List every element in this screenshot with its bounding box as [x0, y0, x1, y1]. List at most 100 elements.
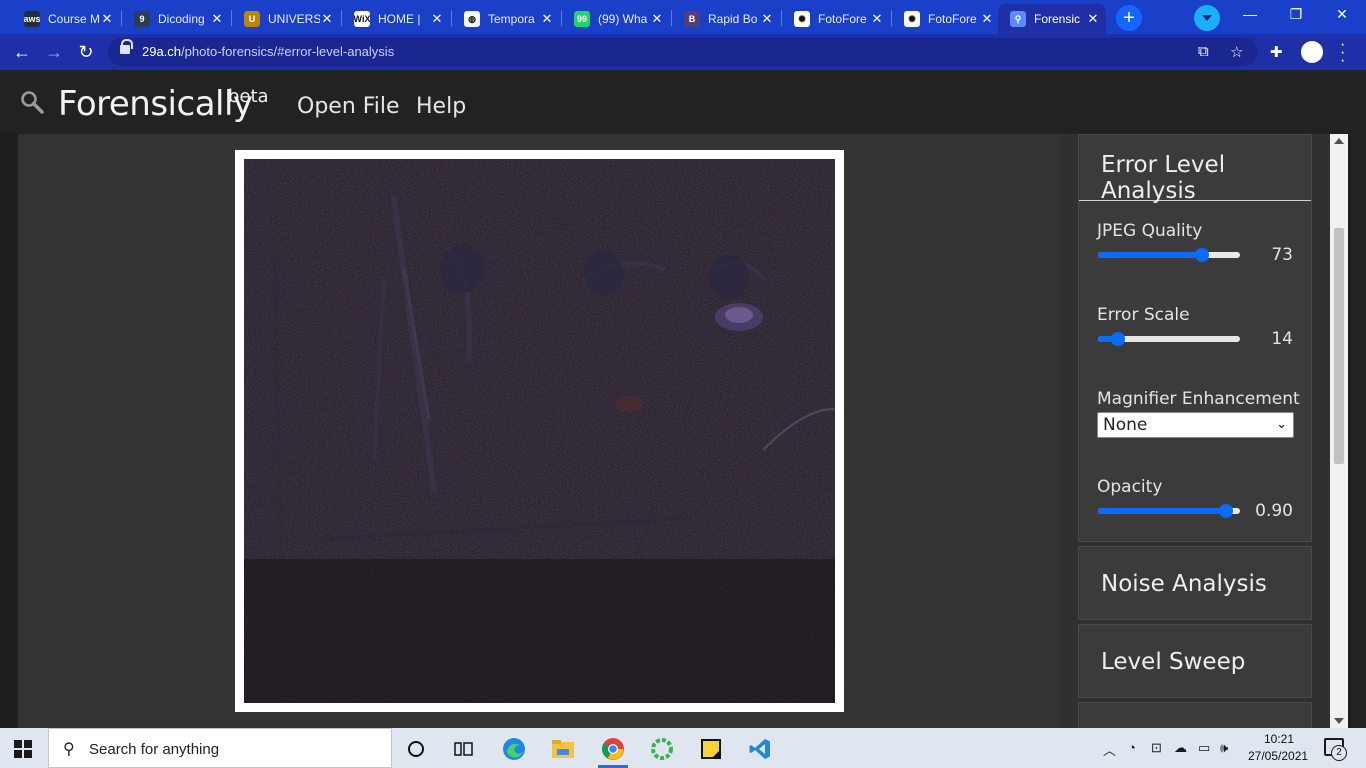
- beta-badge: beta: [228, 86, 269, 107]
- clock-time[interactable]: 10:21: [1264, 732, 1294, 746]
- tab-title: (99) Wha: [598, 12, 648, 26]
- tab-title: FotoFore: [928, 12, 977, 26]
- cortana-icon[interactable]: [403, 736, 429, 762]
- tab-close-icon[interactable]: ✕: [1086, 11, 1100, 27]
- magnifier-enhancement-select[interactable]: None ⌄: [1097, 412, 1294, 438]
- noise-analysis-panel[interactable]: Noise Analysis: [1078, 546, 1312, 620]
- tab-close-icon[interactable]: ✕: [210, 11, 224, 27]
- level-sweep-title[interactable]: Level Sweep: [1079, 625, 1311, 699]
- browser-tab[interactable]: 9 Dicoding ✕: [122, 4, 230, 34]
- browser-tab[interactable]: B Rapid Bo ✕: [672, 4, 780, 34]
- scroll-down-icon[interactable]: [1334, 718, 1344, 724]
- browser-tab[interactable]: aws Course M ✕: [12, 4, 120, 34]
- url-host: 29a.ch: [142, 44, 182, 59]
- open-file-link[interactable]: Open File: [297, 94, 400, 119]
- globe-icon: ◍: [464, 11, 480, 27]
- tab-close-icon[interactable]: ✕: [100, 11, 114, 27]
- translate-icon[interactable]: ⧉: [1198, 43, 1209, 60]
- forward-icon[interactable]: →: [42, 40, 66, 64]
- volume-icon[interactable]: 🕪: [1220, 740, 1228, 756]
- error-scale-slider-thumb[interactable]: [1110, 332, 1125, 346]
- windows-taskbar: ⚲ Search for anything ︿ ◔ ⊡ ☁ ▭ 🕪 10:21 …: [0, 728, 1366, 768]
- jpeg-quality-slider-thumb[interactable]: [1194, 248, 1209, 262]
- fotoforensics-icon: ✺: [794, 11, 810, 27]
- tab-close-icon[interactable]: ✕: [320, 11, 334, 27]
- level-sweep-panel[interactable]: Level Sweep: [1078, 624, 1312, 698]
- avatar[interactable]: [1301, 41, 1323, 63]
- vscode-icon[interactable]: [747, 736, 773, 762]
- browser-tab[interactable]: 99 (99) Wha ✕: [562, 4, 670, 34]
- tab-close-icon[interactable]: ✕: [980, 11, 994, 27]
- browser-tab[interactable]: U UNIVERS ✕: [232, 4, 340, 34]
- tab-title: Dicoding: [158, 12, 205, 26]
- tools-sidebar: Error Level Analysis JPEG Quality 73 Err…: [1060, 134, 1330, 728]
- browser-tab[interactable]: ◍ Tempora ✕: [452, 4, 560, 34]
- tab-title: Tempora: [488, 12, 535, 26]
- taskbar-search-box[interactable]: ⚲ Search for anything: [48, 728, 392, 768]
- close-window-icon[interactable]: ✕: [1332, 6, 1352, 23]
- address-bar[interactable]: 29a.ch/photo-forensics/#error-level-anal…: [108, 38, 1258, 66]
- minimize-window-icon[interactable]: —: [1240, 6, 1260, 22]
- battery-icon[interactable]: ▭: [1198, 740, 1210, 756]
- aws-icon: aws: [24, 11, 40, 27]
- image-viewer[interactable]: [18, 134, 1060, 728]
- new-tab-button[interactable]: +: [1116, 5, 1142, 31]
- task-view-icon[interactable]: [451, 736, 477, 762]
- browser-tab[interactable]: ✺ FotoFore ✕: [782, 4, 890, 34]
- file-explorer-icon[interactable]: [550, 736, 576, 762]
- opacity-value: 0.90: [1255, 501, 1293, 521]
- tab-title: UNIVERS: [268, 12, 320, 26]
- clock-date[interactable]: 27/05/2021: [1248, 749, 1308, 763]
- url-text[interactable]: 29a.ch/photo-forensics/#error-level-anal…: [142, 44, 394, 59]
- ela-noise-visual: [244, 159, 835, 703]
- jpeg-quality-label: JPEG Quality: [1097, 221, 1203, 241]
- error-scale-value: 14: [1271, 329, 1293, 349]
- back-icon[interactable]: ←: [10, 40, 34, 64]
- jpeg-quality-slider[interactable]: [1098, 248, 1240, 262]
- brand-title[interactable]: Forensically: [58, 84, 253, 124]
- url-path: /photo-forensics/#error-level-analysis: [181, 44, 395, 59]
- scroll-up-icon[interactable]: [1334, 138, 1344, 144]
- profile-menu-icon[interactable]: [1194, 5, 1220, 31]
- lock-icon[interactable]: [120, 39, 133, 54]
- fotoforensics-icon: ✺: [904, 11, 920, 27]
- opacity-slider-thumb[interactable]: [1218, 504, 1233, 518]
- restore-window-icon[interactable]: ❐: [1286, 6, 1306, 23]
- green-ring-app-icon[interactable]: [649, 736, 675, 762]
- sticky-notes-icon[interactable]: [698, 736, 724, 762]
- tab-close-icon[interactable]: ✕: [540, 11, 554, 27]
- whatsapp-icon: 99: [574, 11, 590, 27]
- extensions-icon[interactable]: ✚: [1270, 43, 1283, 61]
- browser-menu-icon[interactable]: · · ·: [1340, 37, 1345, 69]
- browser-tab[interactable]: ⚲ Forensic ✕: [998, 4, 1106, 34]
- browser-tab[interactable]: ✺ FotoFore ✕: [892, 4, 1000, 34]
- opacity-label: Opacity: [1097, 477, 1163, 497]
- network-icon[interactable]: ◔: [1128, 740, 1136, 755]
- noise-analysis-title[interactable]: Noise Analysis: [1079, 547, 1311, 621]
- browser-tab[interactable]: WiX HOME | ✕: [342, 4, 450, 34]
- bookmark-star-icon[interactable]: ☆: [1230, 43, 1243, 61]
- tab-close-icon[interactable]: ✕: [650, 11, 664, 27]
- scrollbar-thumb[interactable]: [1334, 228, 1344, 464]
- tab-close-icon[interactable]: ✕: [430, 11, 444, 27]
- help-link[interactable]: Help: [416, 94, 466, 119]
- chrome-browser-icon[interactable]: [600, 736, 626, 762]
- reload-icon[interactable]: ↻: [74, 40, 98, 64]
- error-scale-slider[interactable]: [1098, 332, 1240, 346]
- ela-panel-header[interactable]: Error Level Analysis: [1079, 135, 1311, 204]
- onedrive-cloud-icon[interactable]: ☁: [1174, 740, 1187, 756]
- tray-overflow-chevron-icon[interactable]: ︿: [1103, 740, 1116, 759]
- error-scale-label: Error Scale: [1097, 305, 1190, 325]
- university-crest-icon: U: [244, 11, 260, 27]
- ela-panel-title[interactable]: Error Level Analysis: [1079, 152, 1311, 204]
- meet-now-icon[interactable]: ⊡: [1151, 740, 1162, 756]
- opacity-slider[interactable]: [1098, 504, 1240, 518]
- tab-close-icon[interactable]: ✕: [760, 11, 774, 27]
- windows-start-icon[interactable]: [14, 740, 32, 758]
- tab-close-icon[interactable]: ✕: [870, 11, 884, 27]
- bootstrap-icon: B: [684, 11, 700, 27]
- ela-result-image[interactable]: [244, 159, 835, 703]
- next-tool-panel[interactable]: [1078, 702, 1312, 728]
- sidebar-scrollbar[interactable]: [1330, 134, 1348, 728]
- edge-browser-icon[interactable]: [501, 736, 527, 762]
